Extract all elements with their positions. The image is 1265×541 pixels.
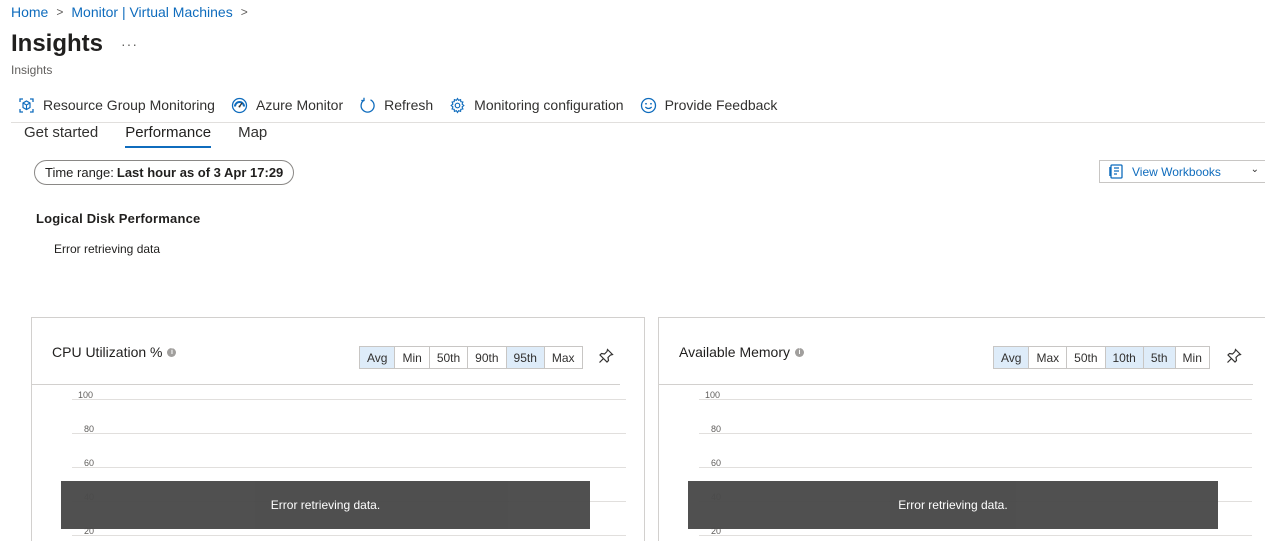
refresh-button[interactable]: Refresh — [359, 94, 433, 116]
time-range-picker[interactable]: Time range: Last hour as of 3 Apr 17:29 — [34, 160, 295, 185]
toolbar-divider — [11, 122, 1265, 123]
view-workbooks-dropdown[interactable]: View Workbooks ⌄ — [1099, 160, 1265, 183]
tab-map[interactable]: Map — [238, 124, 267, 146]
card-divider — [659, 384, 1253, 385]
tab-get-started[interactable]: Get started — [24, 124, 98, 146]
breadcrumb-separator: > — [56, 5, 64, 19]
grid-line — [699, 433, 1252, 434]
time-range-value: Last hour as of 3 Apr 17:29 — [116, 165, 284, 180]
memory-aggregation-selector: Avg Max 50th 10th 5th Min — [993, 346, 1210, 369]
cpu-aggregation-selector: Avg Min 50th 90th 95th Max — [359, 346, 583, 369]
more-options-button[interactable]: ··· — [121, 36, 138, 52]
grid-line — [699, 399, 1252, 400]
cpu-option-95th[interactable]: 95th — [506, 347, 545, 368]
resource-group-monitoring-label: Resource Group Monitoring — [43, 97, 215, 113]
workbook-icon — [1109, 164, 1123, 179]
cpu-option-min[interactable]: Min — [395, 347, 430, 368]
chevron-down-icon: ⌄ — [1250, 164, 1259, 175]
cpu-error-overlay: Error retrieving data. — [61, 481, 590, 529]
provide-feedback-button[interactable]: Provide Feedback — [640, 94, 778, 116]
memory-option-10th[interactable]: 10th — [1105, 347, 1144, 368]
monitoring-configuration-button[interactable]: Monitoring configuration — [449, 94, 624, 116]
refresh-label: Refresh — [384, 97, 434, 113]
memory-option-max[interactable]: Max — [1029, 347, 1068, 368]
grid-line — [699, 467, 1252, 468]
cpu-option-max[interactable]: Max — [544, 347, 582, 368]
cpu-utilization-title: CPU Utilization % i — [52, 344, 177, 360]
logical-disk-title: Logical Disk Performance — [36, 211, 201, 226]
refresh-icon — [360, 97, 375, 113]
resource-group-monitoring-button[interactable]: Resource Group Monitoring — [18, 94, 215, 116]
command-bar: Resource Group Monitoring Azure Monitor … — [18, 94, 793, 116]
grid-line — [72, 467, 626, 468]
breadcrumb-home[interactable]: Home — [11, 4, 48, 20]
monitoring-configuration-label: Monitoring configuration — [474, 97, 624, 113]
smiley-icon — [640, 97, 656, 113]
azure-monitor-icon — [231, 97, 248, 113]
provide-feedback-label: Provide Feedback — [664, 97, 778, 113]
cpu-option-90th[interactable]: 90th — [468, 347, 507, 368]
card-divider — [32, 384, 620, 385]
grid-line — [72, 535, 626, 536]
logical-disk-error: Error retrieving data — [54, 242, 161, 256]
breadcrumb: Home > Monitor | Virtual Machines > — [11, 4, 256, 20]
gear-icon — [450, 96, 465, 114]
grid-line — [72, 433, 626, 434]
pin-icon[interactable] — [598, 348, 614, 364]
available-memory-card: Available Memory i Avg Max 50th 10th 5th… — [658, 317, 1265, 541]
memory-option-50th[interactable]: 50th — [1067, 347, 1106, 368]
tab-bar: Get started Performance Map — [24, 124, 294, 148]
page-title: Insights — [11, 30, 104, 57]
view-workbooks-label: View Workbooks — [1132, 164, 1221, 179]
memory-option-min[interactable]: Min — [1175, 347, 1209, 368]
page-subtitle: Insights — [11, 63, 53, 77]
available-memory-title-text: Available Memory — [679, 344, 791, 360]
available-memory-title: Available Memory i — [679, 344, 805, 360]
info-icon[interactable]: i — [167, 347, 177, 357]
azure-monitor-label: Azure Monitor — [255, 97, 344, 113]
memory-option-avg[interactable]: Avg — [994, 347, 1030, 368]
breadcrumb-separator: > — [240, 5, 248, 19]
time-range-label: Time range: — [45, 165, 114, 180]
resource-group-icon — [19, 97, 34, 113]
cpu-option-50th[interactable]: 50th — [429, 347, 469, 368]
pin-icon[interactable] — [1226, 348, 1242, 364]
grid-line — [72, 399, 626, 400]
cpu-option-avg[interactable]: Avg — [360, 347, 396, 368]
cpu-utilization-title-text: CPU Utilization % — [52, 344, 163, 360]
grid-line — [699, 535, 1252, 536]
azure-monitor-button[interactable]: Azure Monitor — [231, 94, 343, 116]
info-icon[interactable]: i — [795, 347, 805, 357]
breadcrumb-monitor-vms[interactable]: Monitor | Virtual Machines — [71, 4, 232, 20]
memory-option-5th[interactable]: 5th — [1143, 347, 1176, 368]
cpu-utilization-card: CPU Utilization % i Avg Min 50th 90th 95… — [31, 317, 645, 541]
tab-performance[interactable]: Performance — [125, 124, 211, 148]
memory-error-overlay: Error retrieving data. — [688, 481, 1218, 529]
